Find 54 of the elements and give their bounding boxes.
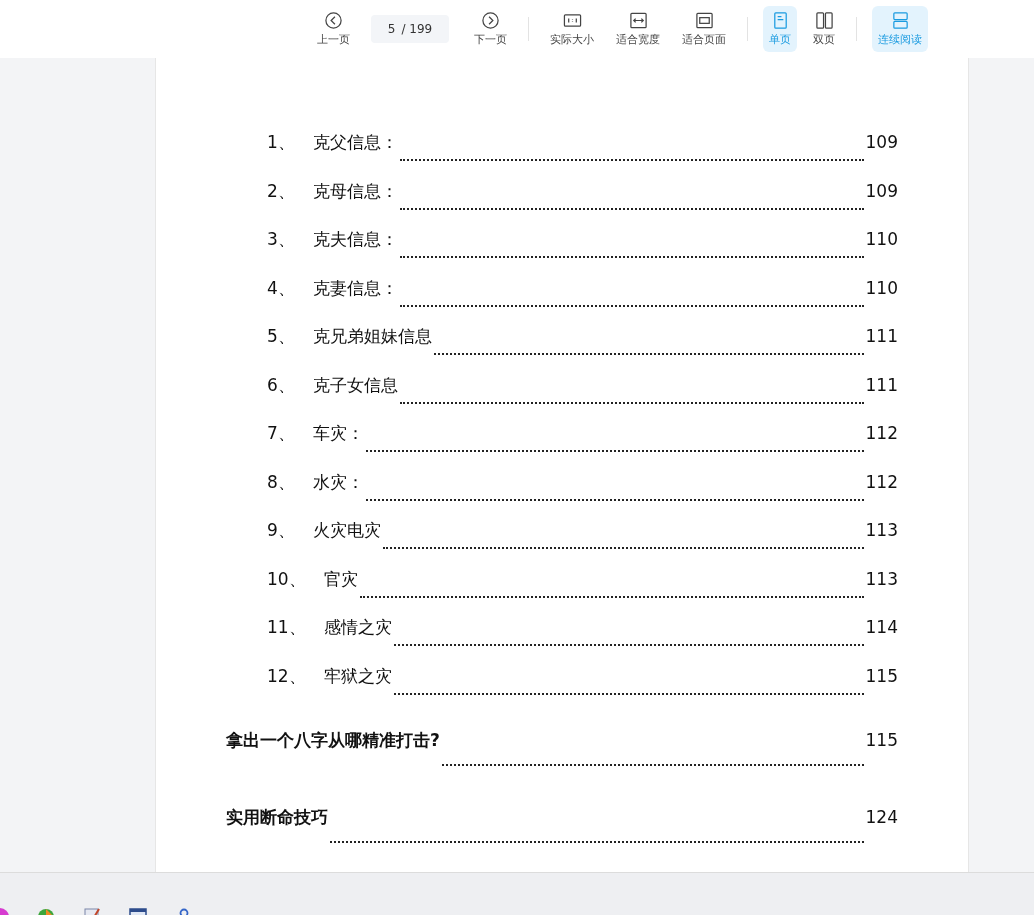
page-number: 112 — [865, 471, 898, 492]
stacked-pages-icon — [890, 11, 910, 30]
page-number: 109 — [865, 180, 898, 201]
entry-number: 9、 — [267, 519, 295, 542]
page-number: 115 — [865, 665, 898, 686]
page-number: 109 — [865, 132, 898, 152]
prev-button[interactable]: 上一页 — [311, 6, 356, 52]
entry-number: 2、 — [267, 179, 295, 203]
page-number: 111 — [865, 326, 898, 346]
fit-width-icon — [628, 11, 648, 30]
entry-number: 7、 — [267, 422, 295, 445]
entry-number: 3、 — [267, 228, 295, 251]
page-number: 110 — [865, 229, 898, 249]
entry-title: 克父信息： — [312, 131, 398, 154]
entry-number: 1、 — [267, 131, 295, 154]
entry-number: 11、 — [267, 616, 306, 639]
entry-title: 克子女信息 — [312, 373, 398, 397]
entry-title: 克兄弟姐妹信息 — [312, 325, 432, 348]
entry-title: 官灾 — [323, 567, 358, 591]
ratio-icon — [562, 11, 582, 30]
page-number: 114 — [865, 617, 898, 637]
entry-number: 4、 — [267, 276, 295, 300]
entry-title: 克夫信息： — [312, 228, 398, 251]
entry-title: 水灾： — [312, 470, 364, 494]
entry-title: 火灾电灾 — [312, 519, 381, 542]
page-number: 113 — [865, 568, 898, 589]
left-arrow-circle-icon — [324, 11, 343, 30]
page-number: 115 — [865, 730, 898, 750]
entry-number: 6、 — [267, 373, 295, 397]
page-number: 113 — [865, 520, 898, 540]
page-number-field[interactable]: 5 / 199 — [371, 15, 449, 43]
double-page-icon — [814, 11, 834, 30]
page-number: 110 — [865, 277, 898, 298]
entry-title: 克母信息： — [312, 179, 398, 203]
page-number: 112 — [865, 423, 898, 443]
page-number: 111 — [865, 374, 898, 395]
fitwidth-button[interactable]: 适合宽度 — [610, 6, 666, 52]
entry-title: 牢狱之灾 — [323, 664, 392, 688]
fit-page-icon — [694, 11, 714, 30]
entry-number: 12、 — [267, 664, 306, 688]
entry-title: 克妻信息： — [312, 276, 398, 300]
page-number: 124 — [865, 807, 898, 827]
section-title: 实用断命技巧 — [226, 806, 328, 829]
entry-number: 10、 — [267, 567, 306, 591]
entry-number: 5、 — [267, 325, 295, 348]
right-arrow-circle-icon — [481, 11, 500, 30]
actual-button[interactable]: 实际大小 — [544, 6, 600, 52]
double-button[interactable]: 双页 — [807, 6, 841, 52]
fitpage-button[interactable]: 适合页面 — [676, 6, 732, 52]
next-button[interactable]: 下一页 — [468, 6, 513, 52]
entry-number: 8、 — [267, 470, 295, 494]
section-title: 拿出一个八字从哪精准打击? — [226, 729, 440, 752]
entry-title: 车灾： — [312, 422, 364, 445]
entry-title: 感情之灾 — [323, 616, 392, 639]
